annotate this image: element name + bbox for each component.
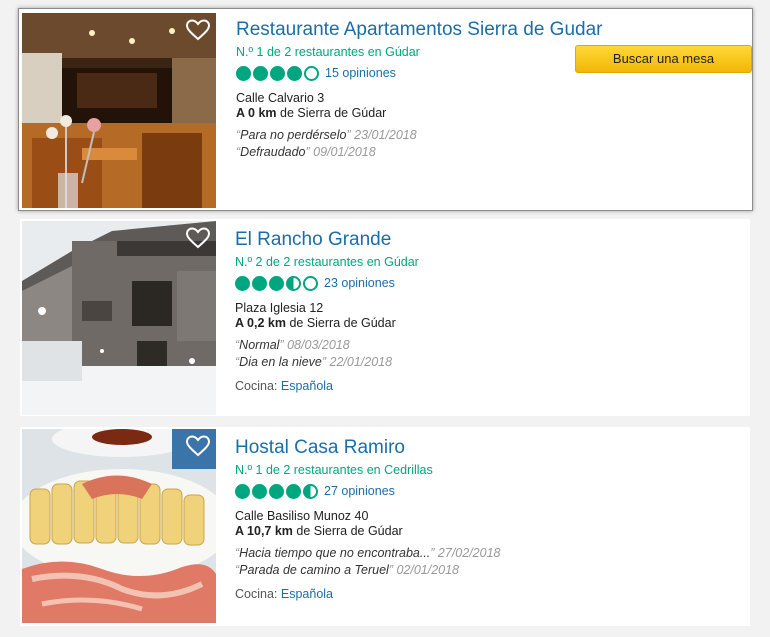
address-text: Calle Calvario 3: [236, 91, 325, 105]
rating-bubble-icon: [286, 483, 301, 499]
book-table-button[interactable]: Buscar una mesa: [575, 45, 752, 73]
rating-bubbles: [235, 483, 318, 499]
review-title[interactable]: Dia en la nieve: [239, 355, 322, 369]
rating-bubble-icon: [269, 275, 284, 291]
rating-bubble-icon: [270, 65, 285, 81]
cuisine-row: Cocina: Española: [235, 379, 595, 394]
rating-bubble-icon: [269, 483, 284, 499]
rating-bubble-icon: [286, 275, 301, 291]
distance-text: A 0 km de Sierra de Gúdar: [236, 106, 387, 120]
cuisine-row: Cocina: Española: [235, 587, 595, 602]
rating-bubble-icon: [252, 275, 267, 291]
restaurant-card-1[interactable]: Restaurante Apartamentos Sierra de Gudar…: [18, 8, 753, 211]
review-snippets: “Hacia tiempo que no encontraba...” 27/0…: [235, 545, 595, 579]
rating-bubble-icon: [287, 65, 302, 81]
reviews-link[interactable]: 27 opiniones: [324, 484, 395, 499]
save-heart-icon[interactable]: [186, 19, 210, 41]
restaurant-card-3[interactable]: Hostal Casa Ramiro N.º 1 de 2 restaurant…: [20, 427, 750, 626]
rating-bubble-icon: [253, 65, 268, 81]
restaurant-name[interactable]: Hostal Casa Ramiro: [235, 437, 595, 459]
distance-text: A 10,7 km de Sierra de Gúdar: [235, 524, 403, 538]
restaurant-name[interactable]: Restaurante Apartamentos Sierra de Gudar: [236, 19, 602, 41]
review-snippet: “Defraudado” 09/01/2018: [236, 145, 376, 159]
review-date: 27/02/2018: [437, 546, 501, 560]
ranking-text: N.º 1 de 2 restaurantes en Gúdar: [236, 45, 420, 59]
review-date: 22/01/2018: [329, 355, 393, 369]
bar-interior-photo: [22, 13, 216, 208]
cuisine-link[interactable]: Española: [281, 587, 333, 601]
review-snippets: “Normal” 08/03/2018 “Dia en la nieve” 22…: [235, 337, 595, 371]
save-heart-icon[interactable]: [186, 435, 210, 457]
rating-bubbles: [236, 65, 319, 81]
ranking-text: N.º 2 de 2 restaurantes en Gúdar: [235, 255, 419, 269]
cuisine-label: Cocina:: [235, 587, 278, 601]
distance-text: A 0,2 km de Sierra de Gúdar: [235, 316, 396, 330]
rating-row: 23 opiniones: [235, 274, 595, 292]
review-snippet: “Para no perdérselo” 23/01/2018: [236, 128, 417, 142]
stone-house-snow-photo: [22, 221, 216, 415]
rating-bubble-icon: [236, 65, 251, 81]
rating-bubble-icon: [303, 275, 318, 291]
reviews-link[interactable]: 15 opiniones: [325, 66, 396, 81]
rating-bubble-icon: [303, 483, 318, 499]
rating-bubble-icon: [304, 65, 319, 81]
restaurant-name[interactable]: El Rancho Grande: [235, 229, 595, 251]
review-title[interactable]: Hacia tiempo que no encontraba...: [239, 546, 430, 560]
ranking-text: N.º 1 de 2 restaurantes en Cedrillas: [235, 463, 433, 477]
review-title[interactable]: Parada de camino a Teruel: [239, 563, 389, 577]
review-date: 02/01/2018: [396, 563, 460, 577]
review-snippet: “Hacia tiempo que no encontraba...” 27/0…: [235, 546, 501, 560]
rating-row: 27 opiniones: [235, 482, 595, 500]
save-heart-icon[interactable]: [186, 227, 210, 249]
rating-bubble-icon: [235, 275, 250, 291]
review-snippet: “Normal” 08/03/2018: [235, 338, 350, 352]
address-text: Calle Basiliso Munoz 40: [235, 509, 369, 523]
review-date: 23/01/2018: [354, 128, 417, 142]
review-date: 08/03/2018: [287, 338, 350, 352]
restaurant-photo-1[interactable]: [22, 13, 216, 208]
reviews-link[interactable]: 23 opiniones: [324, 276, 395, 291]
cuisine-link[interactable]: Española: [281, 379, 333, 393]
rating-bubble-icon: [235, 483, 250, 499]
restaurant-photo-3[interactable]: [22, 429, 216, 623]
rating-row: 15 opiniones: [236, 64, 566, 82]
review-date: 09/01/2018: [313, 145, 376, 159]
review-snippet: “Dia en la nieve” 22/01/2018: [235, 355, 393, 369]
restaurant-photo-2[interactable]: [22, 221, 216, 415]
review-title[interactable]: Para no perdérselo: [240, 128, 346, 142]
review-title[interactable]: Defraudado: [240, 145, 305, 159]
review-title[interactable]: Normal: [239, 338, 279, 352]
rating-bubbles: [235, 275, 318, 291]
address-text: Plaza Iglesia 12: [235, 301, 324, 315]
cuisine-label: Cocina:: [235, 379, 278, 393]
rating-bubble-icon: [252, 483, 267, 499]
review-snippets: “Para no perdérselo” 23/01/2018 “Defraud…: [236, 127, 566, 161]
restaurant-card-2[interactable]: El Rancho Grande N.º 2 de 2 restaurantes…: [20, 219, 750, 416]
melon-ham-plate-photo: [22, 429, 216, 623]
review-snippet: “Parada de camino a Teruel” 02/01/2018: [235, 563, 460, 577]
